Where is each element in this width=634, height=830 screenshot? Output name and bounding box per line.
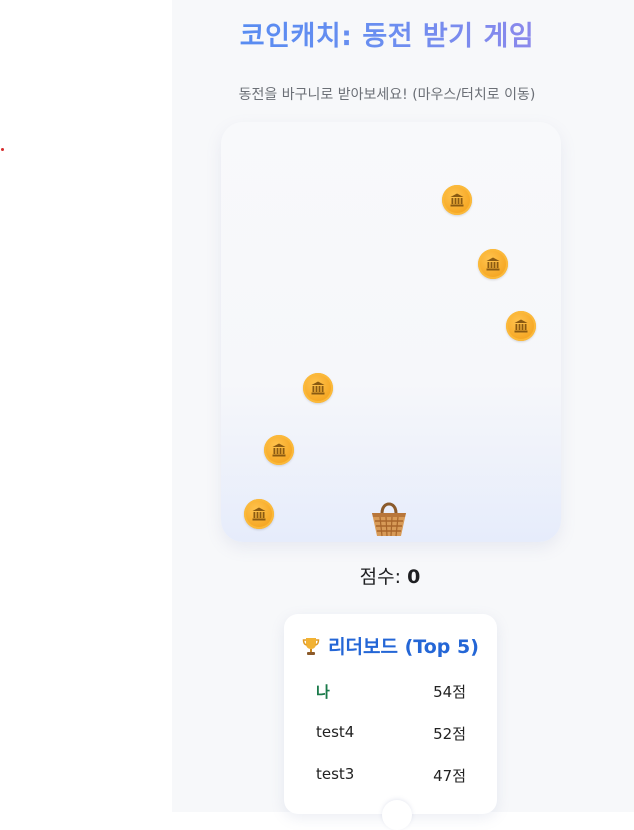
bank-icon (486, 257, 500, 271)
game-page: 코인캐치: 동전 받기 게임 동전을 바구니로 받아보세요! (마우스/터치로 … (172, 0, 634, 830)
player-name: 나 (316, 683, 330, 701)
player-points: 52점 (433, 725, 466, 743)
player-name: test4 (316, 723, 355, 741)
leaderboard-row: test4 52점 (316, 723, 466, 743)
trophy-icon (302, 636, 320, 661)
falling-coin (244, 499, 274, 529)
falling-coin (303, 373, 333, 403)
bank-icon (272, 443, 286, 457)
page-subtitle: 동전을 바구니로 받아보세요! (마우스/터치로 이동) (238, 87, 536, 103)
red-dot-marker (1, 148, 4, 151)
left-pane (0, 0, 172, 812)
player-points: 47점 (433, 767, 466, 785)
scroll-indicator[interactable] (382, 800, 412, 830)
basket-icon (372, 502, 406, 537)
falling-coin (264, 435, 294, 465)
bank-icon (311, 381, 325, 395)
leaderboard-title: 리더보드 (Top 5) (284, 632, 497, 661)
score-value: 0 (407, 566, 421, 588)
basket-player[interactable] (370, 497, 408, 537)
leaderboard-panel: 리더보드 (Top 5) 나 54점 test4 52점 test3 47점 (284, 614, 497, 814)
score-display: 점수: 0 (172, 562, 608, 589)
leaderboard-title-text: 리더보드 (Top 5) (328, 636, 479, 658)
leaderboard-row: 나 54점 (316, 681, 466, 701)
player-points: 54점 (433, 683, 466, 701)
game-area[interactable] (221, 122, 561, 542)
bank-icon (514, 319, 528, 333)
player-name: test3 (316, 765, 355, 783)
bank-icon (450, 193, 464, 207)
leaderboard-row: test3 47점 (316, 765, 466, 785)
falling-coin (506, 311, 536, 341)
falling-coin (478, 249, 508, 279)
score-label: 점수: (359, 566, 402, 588)
bank-icon (252, 507, 266, 521)
page-title: 코인캐치: 동전 받기 게임 (172, 14, 602, 53)
falling-coin (442, 185, 472, 215)
